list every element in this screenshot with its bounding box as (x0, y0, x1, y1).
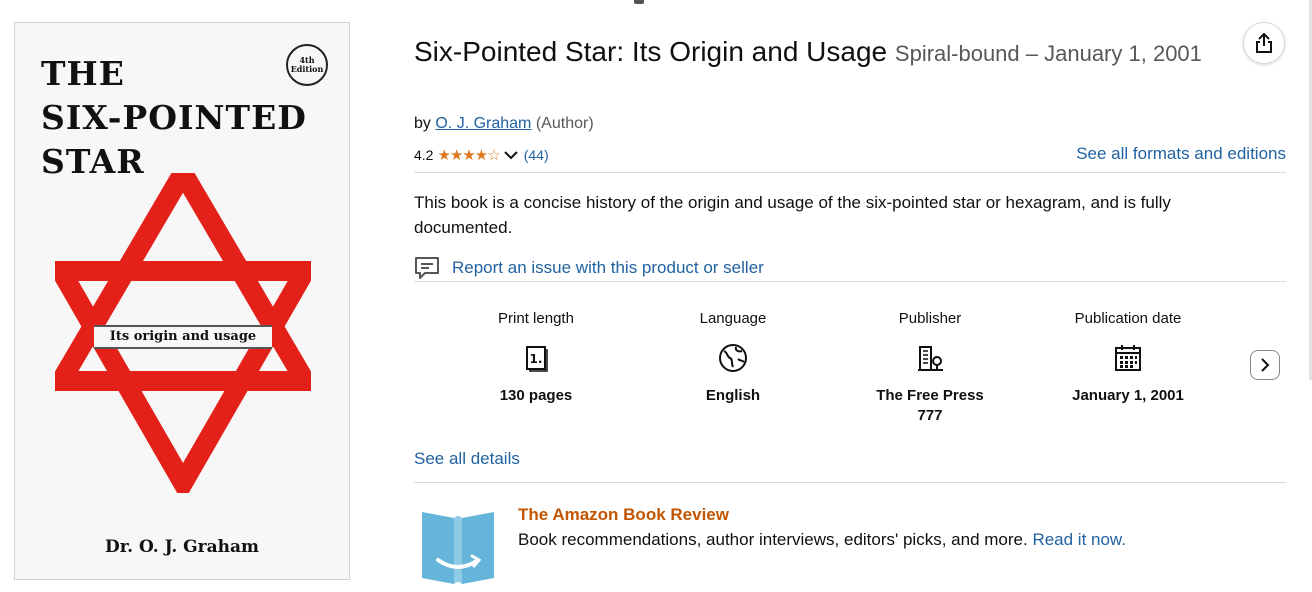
share-button[interactable] (1243, 22, 1285, 64)
book-pages-icon: 1. (526, 346, 548, 372)
building-icon (918, 346, 943, 371)
product-format: Spiral-bound – January 1, 2001 (894, 41, 1202, 66)
window-handle (634, 0, 644, 4)
divider (414, 172, 1286, 173)
edition-badge: 4th Edition (286, 44, 328, 86)
report-issue-link[interactable]: Report an issue with this product or sel… (414, 256, 764, 280)
divider (414, 281, 1286, 282)
detail-value: The Free Press 777 (876, 387, 984, 424)
byline-by: by (414, 115, 431, 132)
rating-row[interactable]: 4.2 ★★★★☆ (44) (414, 146, 549, 164)
detail-print-length: Print length 1. 130 pages (436, 310, 636, 406)
rating-count-link[interactable]: (44) (524, 147, 549, 163)
byline: by O. J. Graham (Author) (414, 115, 594, 133)
chevron-right-icon (1261, 358, 1270, 372)
cover-author: Dr. O. J. Graham (104, 537, 260, 557)
globe-icon (719, 344, 747, 372)
see-all-details-link[interactable]: See all details (414, 449, 520, 469)
detail-label: Publication date (1074, 310, 1182, 327)
read-it-now-link[interactable]: Read it now. (1032, 530, 1126, 549)
carousel-next-button[interactable] (1250, 350, 1280, 380)
book-review-description: Book recommendations, author interviews,… (518, 530, 1028, 549)
report-issue-text[interactable]: Report an issue with this product or sel… (452, 258, 764, 278)
product-description: This book is a concise history of the or… (414, 193, 1171, 237)
detail-label: Language (699, 310, 767, 327)
detail-language: Language English (633, 310, 833, 406)
detail-publisher: Publisher The Free Press 777 (830, 310, 1030, 426)
feedback-icon (415, 257, 439, 279)
product-title-text: Six-Pointed Star: Its Origin and Usage (414, 36, 888, 67)
author-role: (Author) (535, 115, 594, 132)
cover-title-line1: THE (41, 54, 125, 93)
detail-value: English (705, 387, 761, 404)
share-icon (1256, 32, 1272, 53)
see-all-formats-link[interactable]: See all formats and editions (1076, 144, 1286, 164)
detail-value: 130 pages (499, 387, 573, 404)
detail-label: Print length (498, 310, 574, 327)
detail-value: January 1, 2001 (1072, 387, 1184, 404)
cover-title-line2: SIX-POINTED (41, 98, 307, 137)
chevron-down-icon[interactable] (504, 150, 518, 160)
detail-label: Publisher (898, 310, 962, 327)
book-cover-image[interactable]: THE SIX-POINTED STAR 4th Edition Its ori… (14, 22, 350, 580)
book-review-text: Book recommendations, author interviews,… (518, 530, 1126, 550)
author-link[interactable]: O. J. Graham (435, 115, 531, 132)
svg-text:1.: 1. (530, 352, 543, 366)
detail-publication-date: Publication date January 1, 2001 (1028, 310, 1228, 406)
product-title: Six-Pointed Star: Its Origin and Usage S… (414, 30, 1204, 76)
divider (414, 482, 1286, 483)
calendar-icon (1115, 345, 1141, 371)
cover-subtitle: Its origin and usage (94, 325, 272, 349)
open-book-icon (422, 512, 494, 584)
star-rating-icon[interactable]: ★★★★☆ (437, 146, 500, 164)
rating-value: 4.2 (414, 147, 434, 163)
edition-label: Edition (290, 64, 324, 74)
book-review-title[interactable]: The Amazon Book Review (518, 505, 729, 525)
